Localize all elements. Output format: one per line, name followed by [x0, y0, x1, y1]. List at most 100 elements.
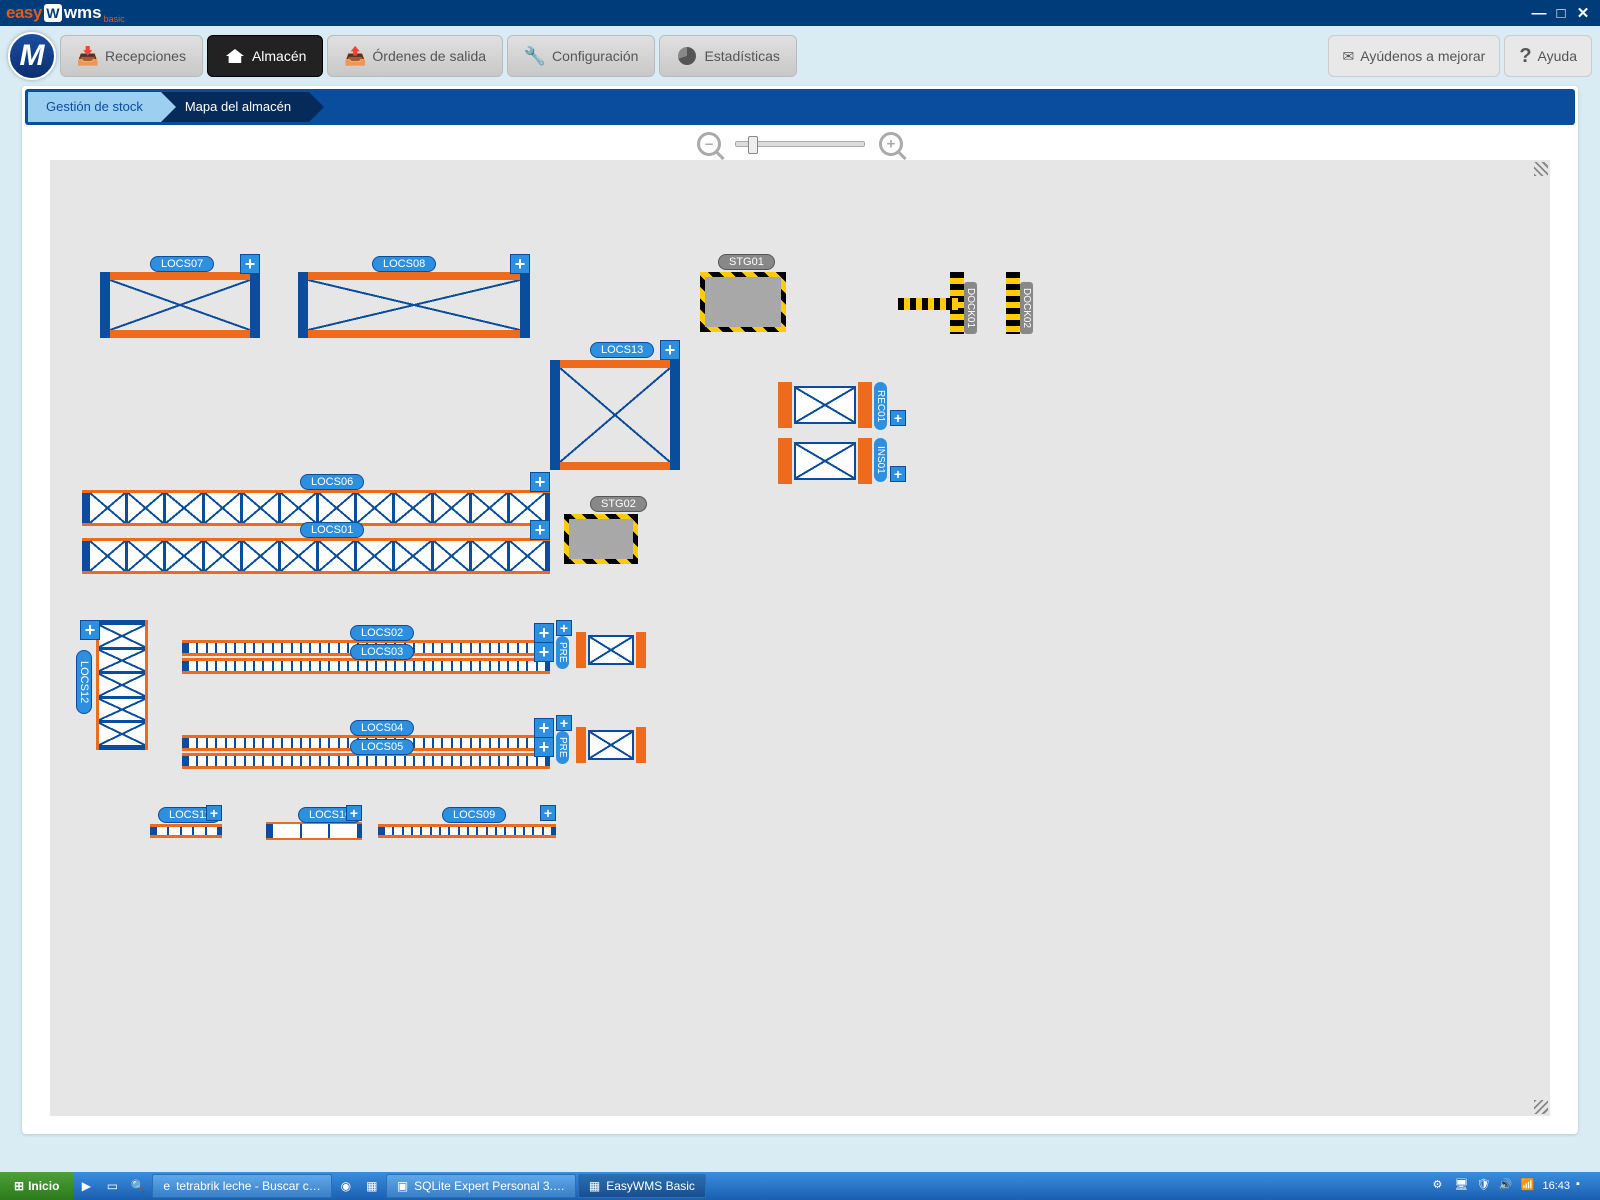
zone-label-ins01: INS01 [874, 438, 887, 482]
taskbar-item-browser-label: tetrabrik leche - Buscar c… [176, 1179, 321, 1193]
rack-locs06[interactable] [82, 490, 550, 526]
taskbar-item-browser[interactable]: etetrabrik leche - Buscar c… [152, 1174, 331, 1198]
resize-handle-icon[interactable] [1534, 1100, 1548, 1114]
warehouse-map-canvas[interactable]: LOCS07 + LOCS08 + STG01 DOCK01 DOCK02 LO… [50, 160, 1550, 1116]
wrench-icon [524, 46, 546, 66]
zone-rec01[interactable] [778, 382, 888, 428]
logo-sub: basic [104, 14, 125, 26]
breadcrumb-mapa[interactable]: Mapa del almacén [161, 92, 309, 122]
zone-label-locs09: LOCS09 [442, 807, 506, 823]
expand-button-locs12[interactable]: + [80, 620, 100, 640]
zone-label-locs02: LOCS02 [350, 625, 414, 641]
expand-button-pre1[interactable]: + [556, 620, 572, 636]
zoom-slider[interactable] [735, 141, 865, 147]
expand-button-locs13[interactable]: + [660, 340, 680, 360]
question-icon: ? [1519, 45, 1531, 68]
tab-almacen[interactable]: Almacén [207, 35, 323, 77]
rack-locs07[interactable] [100, 272, 260, 338]
dock-area[interactable]: DOCK01 DOCK02 [898, 272, 1028, 342]
logo-w-icon: W [44, 4, 62, 22]
staging-stg01[interactable] [700, 272, 786, 332]
zoom-in-button[interactable]: + [879, 132, 903, 156]
rack-locs11[interactable] [150, 824, 222, 838]
expand-button-locs01[interactable]: + [530, 520, 550, 540]
tray-icon[interactable]: 🖥 [1454, 1178, 1470, 1194]
expand-button-locs03[interactable]: + [534, 642, 554, 662]
tray-icon[interactable]: 🛡 [1476, 1178, 1492, 1194]
expand-button-locs08[interactable]: + [510, 254, 530, 274]
help-button[interactable]: ?Ayuda [1504, 35, 1592, 77]
expand-button-locs05[interactable]: + [534, 737, 554, 757]
tray-icon[interactable]: ⚙ [1432, 1178, 1448, 1194]
tab-config-label: Configuración [552, 48, 638, 64]
zone-label-stg02: STG02 [590, 496, 647, 512]
outbox-icon [344, 46, 366, 66]
window-minimize-button[interactable]: — [1528, 4, 1550, 22]
tray-icon[interactable]: 🔊 [1498, 1178, 1514, 1194]
rack-locs10[interactable] [266, 822, 362, 840]
zone-ins01[interactable] [778, 438, 888, 484]
expand-button-locs02[interactable]: + [534, 623, 554, 643]
expand-button-locs04[interactable]: + [534, 718, 554, 738]
expand-button-locs07[interactable]: + [240, 254, 260, 274]
tab-recepciones[interactable]: Recepciones [60, 35, 203, 77]
tray-icon[interactable]: ▪ [1576, 1178, 1592, 1194]
envelope-icon: ✉ [1343, 48, 1355, 65]
zone-label-locs06: LOCS06 [300, 474, 364, 490]
tray-network-icon[interactable]: 📶 [1520, 1178, 1536, 1194]
zone-label-locs08: LOCS08 [372, 256, 436, 272]
rack-locs01[interactable] [82, 538, 550, 574]
resize-handle-icon[interactable] [1534, 162, 1548, 176]
expand-button-locs10[interactable]: + [346, 805, 362, 821]
rack-locs05[interactable] [182, 753, 550, 769]
breadcrumb-stock[interactable]: Gestión de stock [28, 92, 161, 122]
window-maximize-button[interactable]: □ [1550, 4, 1572, 22]
zone-label-locs12: LOCS12 [76, 650, 92, 714]
expand-button-locs06[interactable]: + [530, 472, 550, 492]
rack-locs08[interactable] [298, 272, 530, 338]
taskbar-item-easywms-label: EasyWMS Basic [606, 1179, 695, 1193]
tab-recepciones-label: Recepciones [105, 48, 186, 64]
improve-button[interactable]: ✉Ayúdenos a mejorar [1328, 35, 1501, 77]
expand-button-pre2[interactable]: + [556, 715, 572, 731]
window-close-button[interactable]: ✕ [1572, 4, 1594, 22]
expand-button-locs11[interactable]: + [206, 805, 222, 821]
quick-launch-search-icon[interactable]: 🔍 [126, 1174, 150, 1198]
zoom-out-button[interactable]: – [697, 132, 721, 156]
taskbar-folder-icon[interactable]: ▦ [360, 1174, 384, 1198]
breadcrumb: Gestión de stock Mapa del almacén [25, 89, 1575, 125]
os-taskbar: ⊞Inicio ▶ ▭ 🔍 etetrabrik leche - Buscar … [0, 1172, 1600, 1200]
inbox-icon [77, 46, 99, 66]
db-icon: ▣ [397, 1179, 408, 1193]
start-label: Inicio [28, 1179, 59, 1193]
rack-locs13[interactable] [550, 360, 680, 470]
staging-stg02[interactable] [564, 514, 638, 564]
start-button[interactable]: ⊞Inicio [0, 1172, 73, 1200]
zone-label-stg01: STG01 [718, 254, 775, 270]
app-logo-icon: M [8, 32, 56, 80]
taskbar-chrome-icon[interactable]: ◉ [334, 1174, 358, 1198]
tab-stats-label: Estadísticas [704, 48, 779, 64]
tab-ordenes-salida[interactable]: Órdenes de salida [327, 35, 503, 77]
taskbar-item-sqlite[interactable]: ▣SQLite Expert Personal 3.… [386, 1174, 576, 1198]
quick-launch-media-icon[interactable]: ▶ [74, 1174, 98, 1198]
zone-pre2-box[interactable] [576, 727, 648, 763]
tab-almacen-label: Almacén [252, 48, 306, 64]
expand-button-ins01[interactable]: + [890, 466, 906, 482]
zone-label-locs03: LOCS03 [350, 644, 414, 660]
expand-button-locs09[interactable]: + [540, 805, 556, 821]
tab-configuracion[interactable]: Configuración [507, 35, 655, 77]
expand-button-rec01[interactable]: + [890, 410, 906, 426]
system-tray[interactable]: ⚙ 🖥 🛡 🔊 📶 16:43 ▪ [1424, 1178, 1600, 1194]
quick-launch-desktop-icon[interactable]: ▭ [100, 1174, 124, 1198]
zone-pre1-box[interactable] [576, 632, 648, 668]
zone-label-locs07: LOCS07 [150, 256, 214, 272]
tab-estadisticas[interactable]: Estadísticas [659, 35, 796, 77]
rack-locs12[interactable] [96, 620, 148, 750]
zoom-slider-thumb[interactable] [748, 136, 758, 154]
rack-locs03[interactable] [182, 658, 550, 674]
taskbar-item-easywms[interactable]: ▦EasyWMS Basic [578, 1174, 706, 1198]
zone-label-locs13: LOCS13 [590, 342, 654, 358]
rack-locs09[interactable] [378, 824, 556, 838]
zone-label-rec01: REC01 [874, 382, 887, 430]
